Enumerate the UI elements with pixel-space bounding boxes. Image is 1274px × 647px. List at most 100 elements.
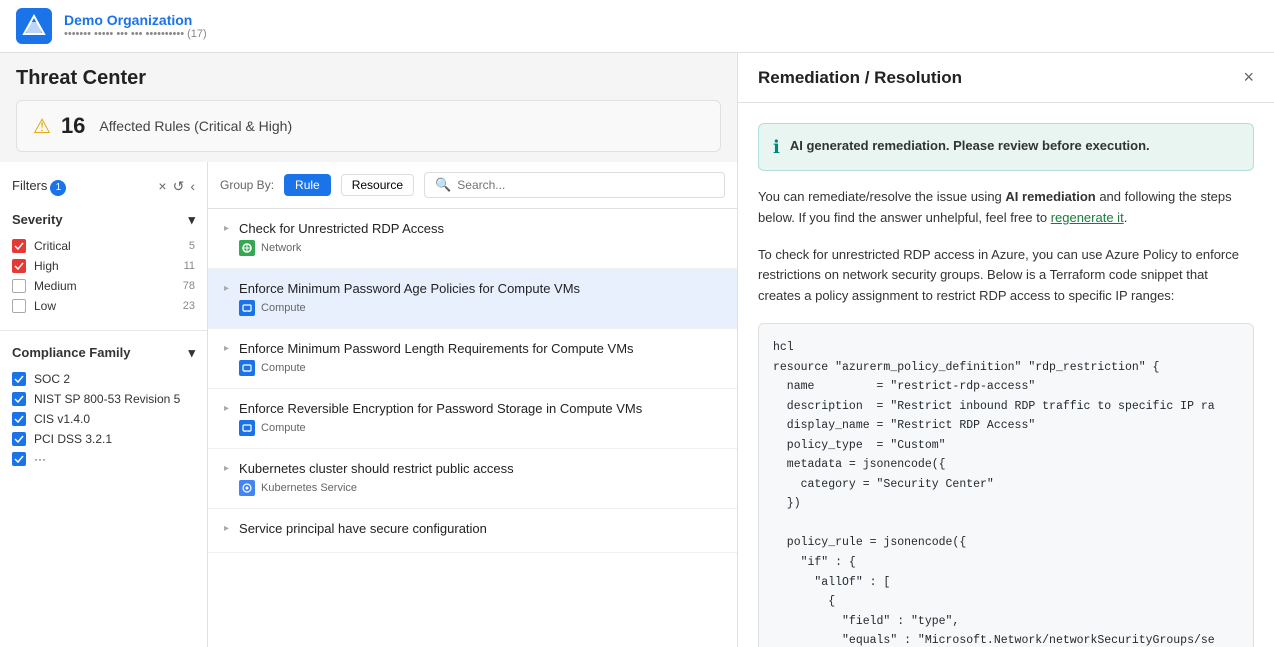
rule-service: Compute bbox=[239, 420, 725, 436]
org-info: Demo Organization ••••••• ••••• ••• ••• … bbox=[64, 12, 207, 40]
filter-more[interactable]: ··· bbox=[12, 449, 195, 469]
cis-label: CIS v1.4.0 bbox=[34, 412, 195, 426]
high-checkbox[interactable] bbox=[12, 259, 26, 273]
cis-checkbox[interactable] bbox=[12, 412, 26, 426]
pci-checkbox[interactable] bbox=[12, 432, 26, 446]
rule-group-btn[interactable]: Rule bbox=[284, 174, 331, 196]
rule-info: Enforce Reversible Encryption for Passwo… bbox=[239, 401, 725, 436]
ai-notice-text: AI generated remediation. Please review … bbox=[790, 136, 1150, 156]
compute-icon bbox=[239, 420, 255, 436]
filter-pci[interactable]: PCI DSS 3.2.1 bbox=[12, 429, 195, 449]
rule-name: Service principal have secure configurat… bbox=[239, 521, 725, 536]
critical-count: 5 bbox=[189, 240, 195, 252]
resource-group-btn[interactable]: Resource bbox=[341, 174, 414, 196]
medium-label: Medium bbox=[34, 279, 175, 293]
filter-nist[interactable]: NIST SP 800-53 Revision 5 bbox=[12, 389, 195, 409]
search-input[interactable] bbox=[457, 178, 714, 192]
regenerate-link[interactable]: regenerate it bbox=[1051, 210, 1124, 225]
rule-item-password-age[interactable]: Enforce Minimum Password Age Policies fo… bbox=[208, 269, 737, 329]
org-name: Demo Organization bbox=[64, 12, 207, 28]
rule-service: Network bbox=[239, 240, 725, 256]
service-label: Network bbox=[261, 242, 301, 254]
rule-info: Service principal have secure configurat… bbox=[239, 521, 725, 540]
content-area: Filters1 × ↺ ‹ Severity bbox=[0, 162, 737, 647]
k8s-icon bbox=[239, 480, 255, 496]
rules-panel: Group By: Rule Resource 🔍 Check for Unre… bbox=[208, 162, 737, 647]
ai-notice-banner: ℹ AI generated remediation. Please revie… bbox=[758, 123, 1254, 171]
rp-body: ℹ AI generated remediation. Please revie… bbox=[738, 103, 1274, 647]
desc-prefix: You can remediate/resolve the issue usin… bbox=[758, 189, 1005, 204]
service-label: Compute bbox=[261, 302, 306, 314]
compliance-header[interactable]: Compliance Family bbox=[12, 345, 195, 361]
rp-detail: To check for unrestricted RDP access in … bbox=[758, 245, 1254, 307]
soc2-checkbox[interactable] bbox=[12, 372, 26, 386]
filter-high[interactable]: High 11 bbox=[12, 256, 195, 276]
alert-count: 16 bbox=[61, 113, 85, 139]
nist-checkbox[interactable] bbox=[12, 392, 26, 406]
medium-count: 78 bbox=[183, 280, 195, 292]
filter-medium[interactable]: Medium 78 bbox=[12, 276, 195, 296]
main-layout: Threat Center ⚠ 16 Affected Rules (Criti… bbox=[0, 53, 1274, 647]
pci-label: PCI DSS 3.2.1 bbox=[34, 432, 195, 446]
low-label: Low bbox=[34, 299, 175, 313]
collapse-filters-icon[interactable]: ‹ bbox=[190, 178, 195, 195]
severity-chevron bbox=[188, 212, 195, 228]
filters-header: Filters1 × ↺ ‹ bbox=[0, 172, 207, 206]
high-label: High bbox=[34, 259, 176, 273]
service-label: Kubernetes Service bbox=[261, 482, 357, 494]
rule-info: Enforce Minimum Password Age Policies fo… bbox=[239, 281, 725, 316]
left-panel: Threat Center ⚠ 16 Affected Rules (Criti… bbox=[0, 53, 737, 647]
rp-description: You can remediate/resolve the issue usin… bbox=[758, 187, 1254, 229]
rule-service: Compute bbox=[239, 300, 725, 316]
filters-title: Filters1 bbox=[12, 178, 66, 196]
medium-checkbox[interactable] bbox=[12, 279, 26, 293]
expand-icon bbox=[224, 521, 229, 534]
alert-text: Affected Rules (Critical & High) bbox=[99, 118, 292, 134]
expand-icon bbox=[224, 221, 229, 234]
rule-item-principal[interactable]: Service principal have secure configurat… bbox=[208, 509, 737, 553]
filter-cis[interactable]: CIS v1.4.0 bbox=[12, 409, 195, 429]
warning-icon: ⚠ bbox=[33, 114, 51, 139]
desc-suffix: . bbox=[1124, 210, 1128, 225]
code-block: hcl resource "azurerm_policy_definition"… bbox=[758, 323, 1254, 647]
close-button[interactable]: × bbox=[1243, 67, 1254, 88]
rule-service: Compute bbox=[239, 360, 725, 376]
rp-title: Remediation / Resolution bbox=[758, 68, 962, 88]
filters-actions: × ↺ ‹ bbox=[158, 178, 195, 195]
rp-header: Remediation / Resolution × bbox=[738, 53, 1274, 103]
severity-section: Severity Critical 5 High bbox=[0, 206, 207, 322]
filter-soc2[interactable]: SOC 2 bbox=[12, 369, 195, 389]
rule-item-encryption[interactable]: Enforce Reversible Encryption for Passwo… bbox=[208, 389, 737, 449]
rule-item-rdp[interactable]: Check for Unrestricted RDP Access Networ… bbox=[208, 209, 737, 269]
network-icon bbox=[239, 240, 255, 256]
refresh-filters-icon[interactable]: ↺ bbox=[173, 178, 185, 195]
rule-item-k8s[interactable]: Kubernetes cluster should restrict publi… bbox=[208, 449, 737, 509]
compute-icon bbox=[239, 300, 255, 316]
severity-header[interactable]: Severity bbox=[12, 212, 195, 228]
org-logo bbox=[16, 8, 52, 44]
expand-icon bbox=[224, 341, 229, 354]
rule-name: Enforce Minimum Password Age Policies fo… bbox=[239, 281, 725, 296]
search-box: 🔍 bbox=[424, 172, 725, 198]
search-icon: 🔍 bbox=[435, 177, 451, 193]
low-checkbox[interactable] bbox=[12, 299, 26, 313]
critical-checkbox[interactable] bbox=[12, 239, 26, 253]
clear-filters-icon[interactable]: × bbox=[158, 178, 166, 195]
rule-item-password-length[interactable]: Enforce Minimum Password Length Requirem… bbox=[208, 329, 737, 389]
more-label: ··· bbox=[34, 452, 195, 466]
info-icon: ℹ bbox=[773, 137, 780, 158]
rule-service: Kubernetes Service bbox=[239, 480, 725, 496]
filters-panel: Filters1 × ↺ ‹ Severity bbox=[0, 162, 208, 647]
critical-label: Critical bbox=[34, 239, 181, 253]
more-checkbox[interactable] bbox=[12, 452, 26, 466]
rule-name: Enforce Reversible Encryption for Passwo… bbox=[239, 401, 725, 416]
filter-critical[interactable]: Critical 5 bbox=[12, 236, 195, 256]
compliance-chevron bbox=[188, 345, 195, 361]
rule-name: Check for Unrestricted RDP Access bbox=[239, 221, 725, 236]
filter-low[interactable]: Low 23 bbox=[12, 296, 195, 316]
low-count: 23 bbox=[183, 300, 195, 312]
compliance-section: Compliance Family SOC 2 NIST SP 800-5 bbox=[0, 339, 207, 475]
expand-icon bbox=[224, 401, 229, 414]
ai-notice-strong: AI generated remediation. Please review … bbox=[790, 138, 1150, 153]
service-label: Compute bbox=[261, 362, 306, 374]
